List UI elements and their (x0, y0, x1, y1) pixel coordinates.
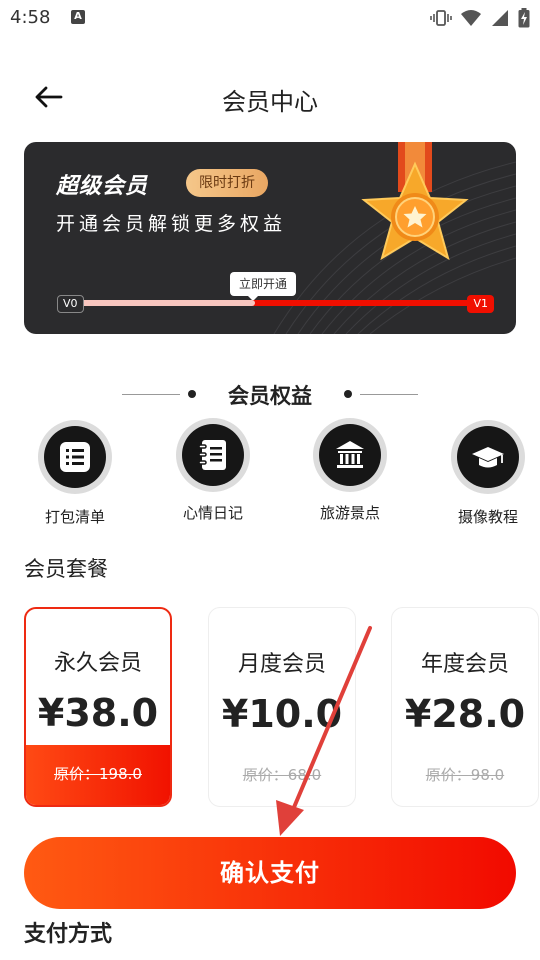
plan-original-price: 原价：98.0 (425, 766, 505, 784)
plan-name: 永久会员 (53, 651, 142, 676)
benefit-icon-ring (313, 418, 387, 492)
level-end-label: V1 (467, 295, 494, 313)
status-bar: 4:58 A (0, 0, 540, 36)
divider-dot (344, 390, 352, 398)
plan-original-price: 原价：68.0 (242, 766, 322, 784)
page-title: 会员中心 (222, 88, 318, 116)
plan-card-monthly[interactable]: 月度会员 ¥10.0 原价：68.0 (208, 607, 356, 807)
level-progress-bar (68, 300, 492, 306)
payment-method-title: 支付方式 (24, 922, 113, 947)
confirm-pay-button[interactable]: 确认支付 (24, 837, 516, 909)
benefits-title: 会员权益 (228, 384, 312, 408)
discount-badge: 限时打折 (186, 169, 268, 197)
benefit-camera-tutorial[interactable]: 摄像教程 (440, 420, 536, 527)
benefits-heading: 会员权益 (0, 378, 540, 410)
plan-name: 月度会员 (237, 652, 326, 677)
star-medal-icon (361, 142, 469, 261)
battery-charging-icon (518, 8, 530, 28)
level-start-label: V0 (57, 295, 84, 313)
divider (360, 394, 418, 395)
plan-card-lifetime[interactable]: 永久会员 ¥38.0 原价：198.0 (24, 607, 172, 807)
status-time: 4:58 (10, 7, 51, 28)
plan-price: ¥10.0 (221, 692, 343, 736)
status-icons (430, 6, 530, 30)
header: 会员中心 (0, 70, 540, 124)
notification-badge-icon: A (71, 10, 85, 24)
benefit-label: 旅游景点 (319, 504, 380, 522)
notebook-icon (198, 440, 226, 470)
landmark-icon (336, 441, 364, 468)
benefit-icon-ring (38, 420, 112, 494)
banner-title: 超级会员 (56, 174, 149, 199)
plan-price: ¥38.0 (37, 691, 159, 735)
graduation-cap-icon (472, 447, 504, 468)
benefit-label: 心情日记 (182, 504, 243, 522)
plan-price: ¥28.0 (404, 692, 526, 736)
plan-original-price: 原价：198.0 (54, 765, 142, 783)
open-now-tip[interactable]: 立即开通 (230, 272, 297, 301)
wifi-icon (461, 10, 481, 26)
benefit-icon-ring (176, 418, 250, 492)
benefit-mood-diary[interactable]: 心情日记 (165, 418, 261, 523)
benefit-label: 摄像教程 (457, 508, 518, 526)
vibrate-icon (430, 10, 452, 26)
benefit-icon-ring (451, 420, 525, 494)
vip-banner: 超级会员 限时打折 开通会员解锁更多权益 立即开通 V0 V1 (24, 142, 516, 334)
plan-name: 年度会员 (420, 652, 509, 677)
level-progress-fill (68, 300, 255, 306)
cellular-signal-icon (492, 10, 508, 26)
plans-title: 会员套餐 (24, 557, 108, 581)
benefit-packing-list[interactable]: 打包清单 (27, 420, 123, 527)
banner-subtitle: 开通会员解锁更多权益 (56, 213, 287, 235)
benefit-tourist-spots[interactable]: 旅游景点 (302, 418, 398, 523)
checklist-icon (60, 442, 90, 472)
benefit-label: 打包清单 (44, 508, 105, 526)
plan-card-yearly[interactable]: 年度会员 ¥28.0 原价：98.0 (391, 607, 539, 807)
